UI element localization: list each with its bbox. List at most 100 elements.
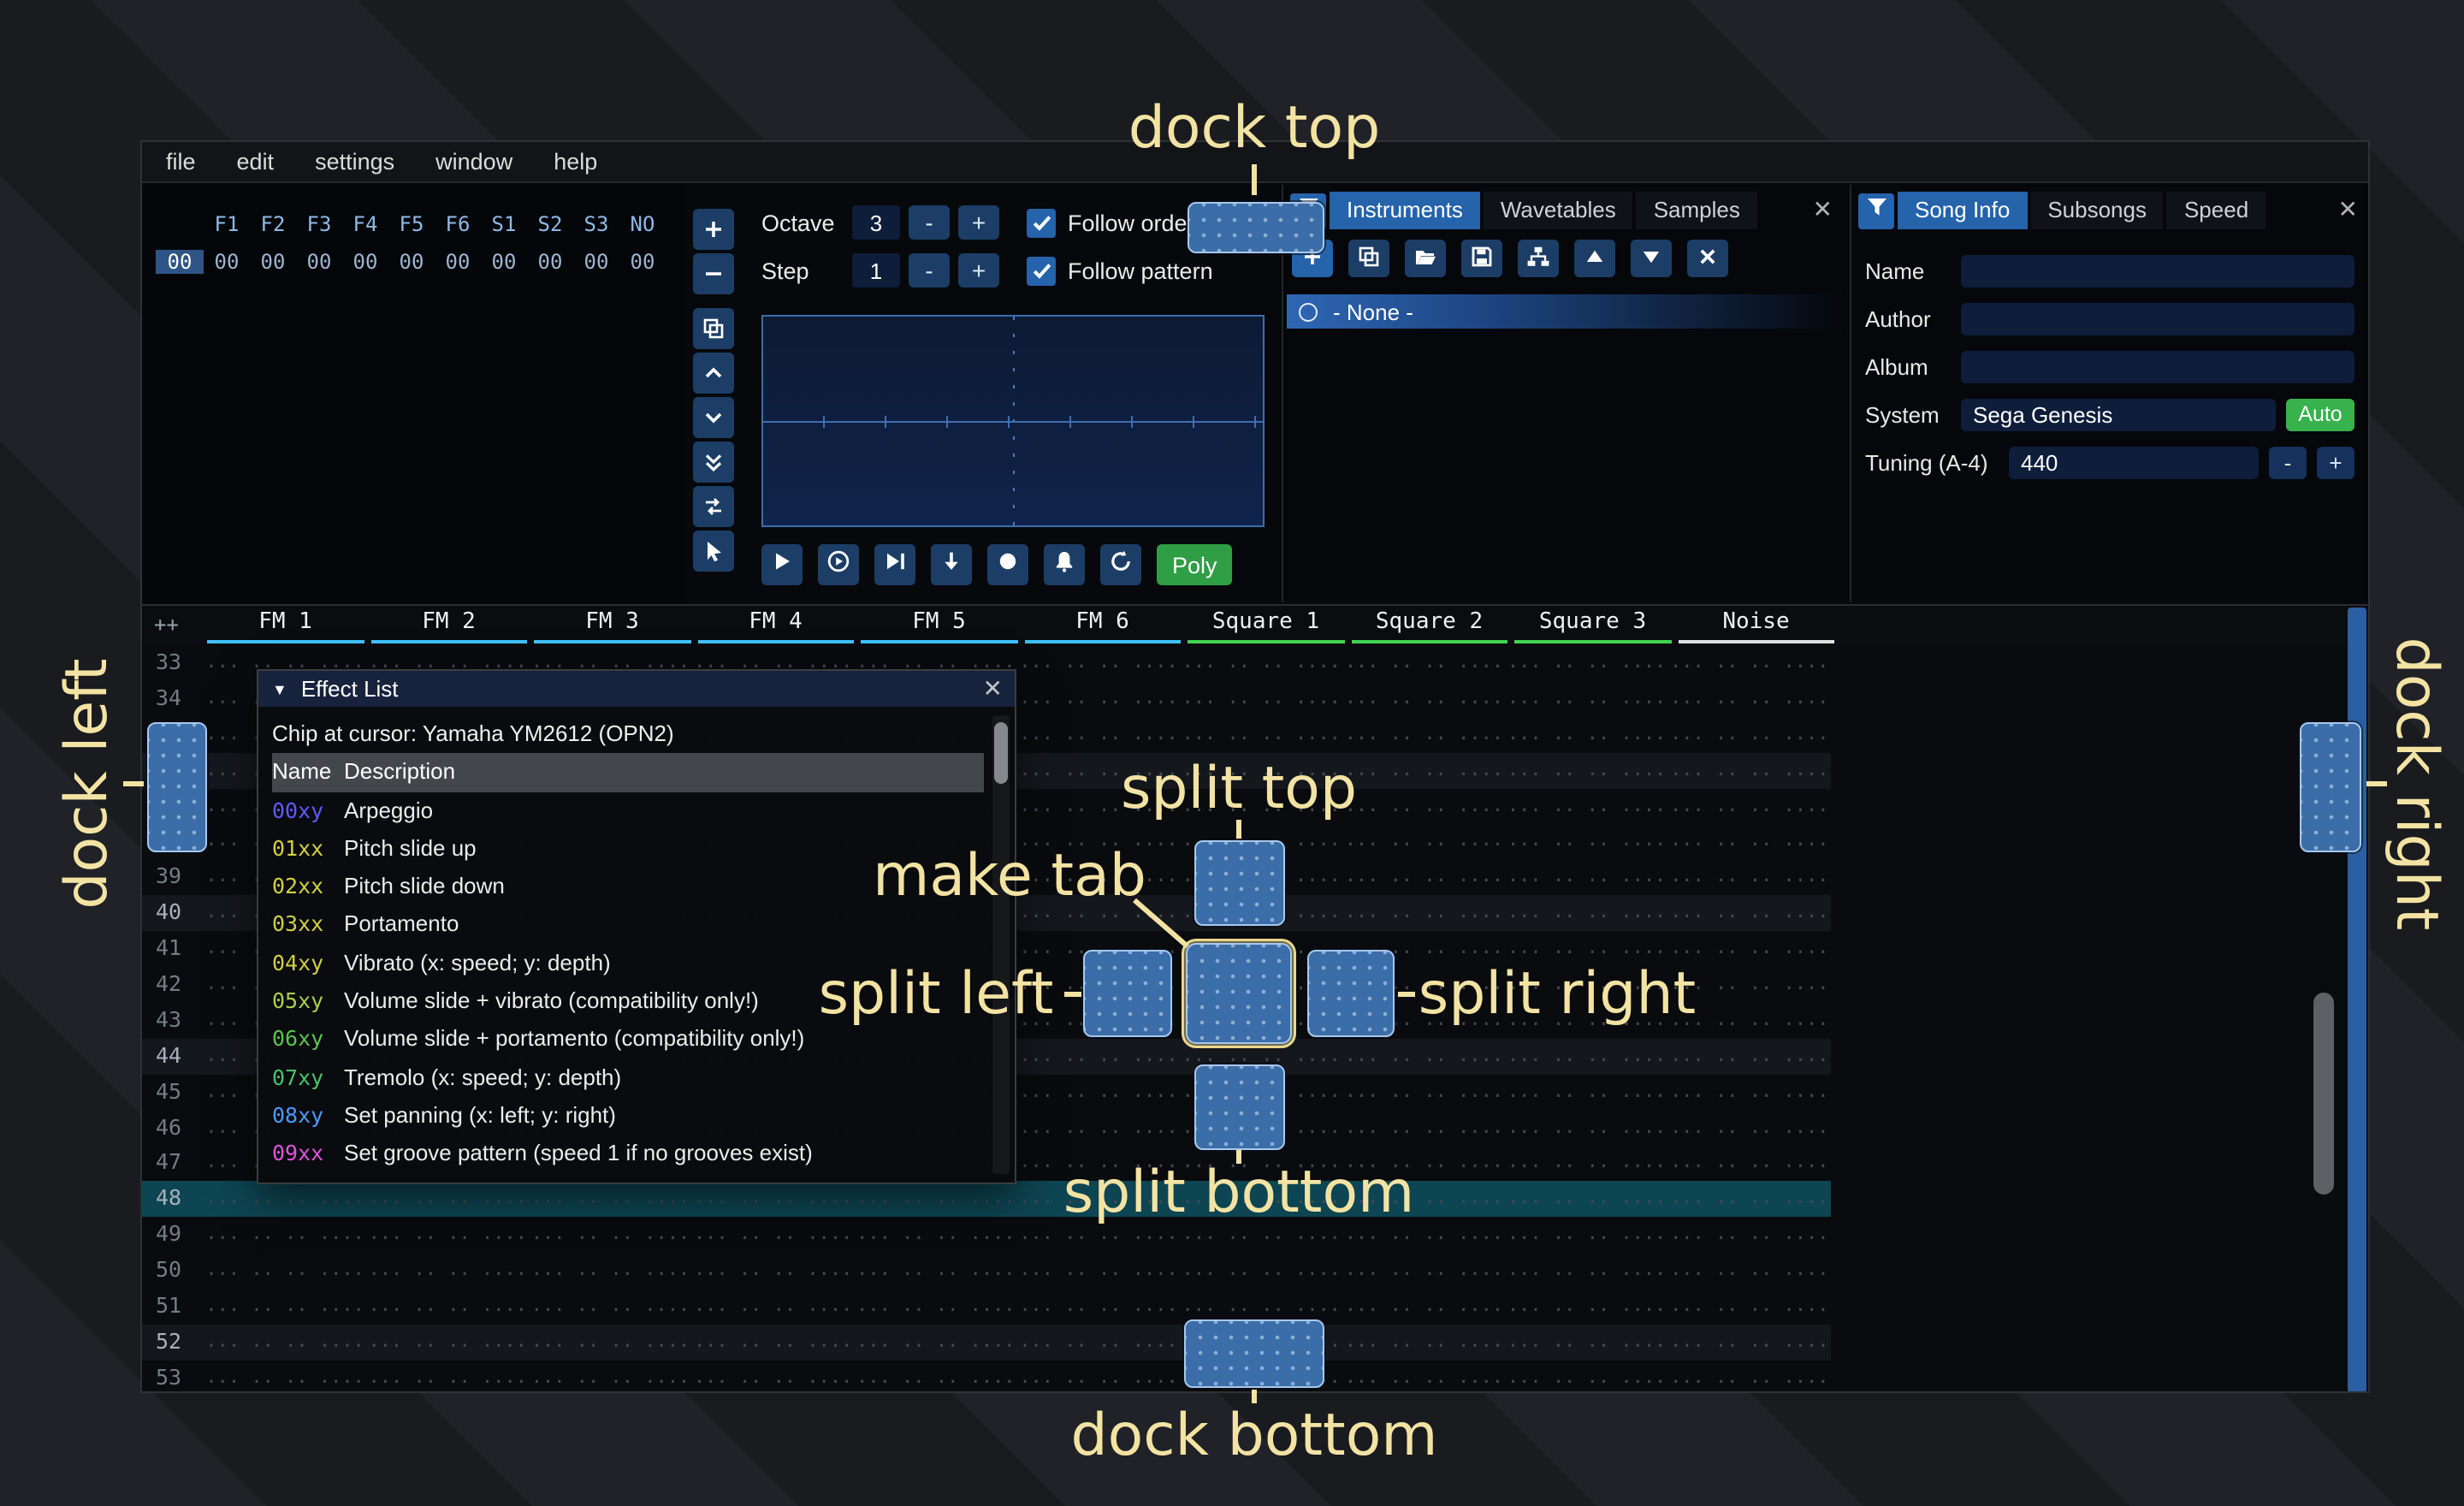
pattern-cell-noise[interactable]: ... .. .. .... <box>1668 788 1831 824</box>
tab-wavetables[interactable]: Wavetables <box>1484 192 1633 229</box>
play-from-cursor-button[interactable] <box>874 544 915 585</box>
pattern-cell-square-2[interactable]: ... .. .. .... <box>1342 1074 1505 1110</box>
pattern-cell-fm-2[interactable]: ... .. .. .... <box>366 1361 529 1393</box>
follow-orders-checkbox[interactable]: Follow orders <box>1027 205 1206 240</box>
pattern-cell-fm-1[interactable]: ... .. .. .... <box>204 1361 366 1393</box>
pattern-cell-fm-4[interactable]: ... .. .. .... <box>692 1218 855 1254</box>
step-value[interactable]: 1 <box>852 253 900 288</box>
pattern-cell-square-3[interactable]: ... .. .. .... <box>1506 860 1668 896</box>
filter-funnel-button[interactable] <box>1858 193 1894 228</box>
pattern-cell-square-3[interactable]: ... .. .. .... <box>1506 1110 1668 1146</box>
pattern-cell-noise[interactable]: ... .. .. .... <box>1668 681 1831 717</box>
channel-header-square-2[interactable]: Square 2 <box>1348 606 1511 645</box>
pattern-cell-square-2[interactable]: ... .. .. .... <box>1342 681 1505 717</box>
channel-header-fm-5[interactable]: FM 5 <box>857 606 1021 645</box>
channel-header-fm-2[interactable]: FM 2 <box>367 606 530 645</box>
pattern-cell-square-3[interactable]: ... .. .. .... <box>1506 824 1668 860</box>
channel-header-fm-1[interactable]: FM 1 <box>204 606 367 645</box>
pattern-cell-fm-5[interactable]: ... .. .. .... <box>855 1253 1017 1289</box>
pattern-cell-square-2[interactable]: ... .. .. .... <box>1342 1325 1505 1361</box>
split-right-target[interactable] <box>1307 950 1395 1037</box>
pattern-cell-fm-2[interactable]: ... .. .. .... <box>366 1182 529 1218</box>
effect-list-scrollbar[interactable] <box>992 715 1010 1174</box>
menu-item-window[interactable]: window <box>435 149 512 175</box>
split-top-target[interactable] <box>1194 840 1285 926</box>
effect-list-title-bar[interactable]: ▼ Effect List ✕ <box>258 671 1015 707</box>
pattern-scrollbar-thumb[interactable] <box>2313 993 2334 1195</box>
pattern-cell-fm-3[interactable]: ... .. .. .... <box>529 1325 691 1361</box>
channel-header-fm-4[interactable]: FM 4 <box>694 606 857 645</box>
play-pattern-button[interactable] <box>818 544 859 585</box>
pattern-cell-square-3[interactable]: ... .. .. .... <box>1506 1146 1668 1182</box>
pattern-cell-fm-6[interactable]: ... .. .. .... <box>1017 681 1180 717</box>
pattern-cell-noise[interactable]: ... .. .. .... <box>1668 1110 1831 1146</box>
pattern-cell-square-2[interactable]: ... .. .. .... <box>1342 1253 1505 1289</box>
instrument-list-item-none[interactable]: - None - <box>1287 294 1843 329</box>
repeat-pattern-button[interactable] <box>1100 544 1141 585</box>
save-instrument-button[interactable] <box>1461 240 1502 277</box>
pattern-cell-square-2[interactable]: ... .. .. .... <box>1342 1361 1505 1393</box>
tuning-increment-button[interactable]: + <box>2317 446 2354 478</box>
orders-cell-no[interactable]: 00 <box>619 250 666 274</box>
pattern-cell-square-3[interactable]: ... .. .. .... <box>1506 1325 1668 1361</box>
pattern-cell-fm-4[interactable]: ... .. .. .... <box>692 1325 855 1361</box>
record-button[interactable] <box>987 544 1028 585</box>
dock-top-target[interactable] <box>1188 202 1324 253</box>
menu-item-settings[interactable]: settings <box>315 149 394 175</box>
pattern-cell-noise[interactable]: ... .. .. .... <box>1668 1325 1831 1361</box>
channel-header-fm-3[interactable]: FM 3 <box>530 606 694 645</box>
field-input-author[interactable] <box>1961 302 2354 335</box>
pattern-cell-square-2[interactable]: ... .. .. .... <box>1342 645 1505 681</box>
pattern-cell-noise[interactable]: ... .. .. .... <box>1668 1146 1831 1182</box>
pattern-cell-fm-5[interactable]: ... .. .. .... <box>855 1325 1017 1361</box>
pattern-cell-noise[interactable]: ... .. .. .... <box>1668 1218 1831 1254</box>
pattern-cell-fm-6[interactable]: ... .. .. .... <box>1017 1074 1180 1110</box>
tab-subsongs[interactable]: Subsongs <box>2030 192 2164 229</box>
pattern-cell-square-2[interactable]: ... .. .. .... <box>1342 895 1505 931</box>
pattern-cell-fm-1[interactable]: ... .. .. .... <box>204 1325 366 1361</box>
pattern-cell-fm-5[interactable]: ... .. .. .... <box>855 1361 1017 1393</box>
menu-item-file[interactable]: file <box>166 149 196 175</box>
pattern-cell-noise[interactable]: ... .. .. .... <box>1668 860 1831 896</box>
pattern-cell-square-3[interactable]: ... .. .. .... <box>1506 752 1668 788</box>
pattern-cell-fm-3[interactable]: ... .. .. .... <box>529 1182 691 1218</box>
effect-row-03xx[interactable]: 03xxPortamento <box>272 906 1015 945</box>
pattern-cell-noise[interactable]: ... .. .. .... <box>1668 752 1831 788</box>
pattern-cell-square-3[interactable]: ... .. .. .... <box>1506 1361 1668 1393</box>
swap-orders-button[interactable] <box>693 486 734 527</box>
tuning-decrement-button[interactable]: - <box>2269 446 2307 478</box>
pattern-cell-fm-3[interactable]: ... .. .. .... <box>529 1289 691 1325</box>
effect-row-09xx[interactable]: 09xxSet groove pattern (speed 1 if no gr… <box>272 1135 1015 1174</box>
dock-left-target[interactable] <box>147 722 207 852</box>
pattern-cell-fm-6[interactable]: ... .. .. .... <box>1017 1325 1180 1361</box>
pattern-cell-noise[interactable]: ... .. .. .... <box>1668 1361 1831 1393</box>
pattern-cell-square-2[interactable]: ... .. .. .... <box>1342 717 1505 753</box>
pattern-cell-square-3[interactable]: ... .. .. .... <box>1506 788 1668 824</box>
effect-row-07xy[interactable]: 07xyTremolo (x: speed; y: depth) <box>272 1058 1015 1097</box>
duplicate-order-button[interactable] <box>693 308 734 349</box>
orders-cell-f6[interactable]: 00 <box>435 250 481 274</box>
duplicate-instrument-button[interactable] <box>1348 240 1389 277</box>
pattern-cell-fm-5[interactable]: ... .. .. .... <box>855 1218 1017 1254</box>
pattern-cell-fm-1[interactable]: ... .. .. .... <box>204 1182 366 1218</box>
pattern-row-50[interactable]: 50... .. .. ....... .. .. ....... .. .. … <box>142 1253 1831 1289</box>
move-order-up-button[interactable] <box>693 353 734 394</box>
dock-bottom-target[interactable] <box>1184 1319 1324 1388</box>
move-order-down-button[interactable] <box>693 397 734 438</box>
pattern-cell-fm-3[interactable]: ... .. .. .... <box>529 1218 691 1254</box>
pattern-cell-fm-3[interactable]: ... .. .. .... <box>529 1253 691 1289</box>
field-input-album[interactable] <box>1961 350 2354 382</box>
pattern-cell-fm-1[interactable]: ... .. .. .... <box>204 1218 366 1254</box>
orders-cell-f3[interactable]: 00 <box>296 250 342 274</box>
pattern-cell-fm-2[interactable]: ... .. .. .... <box>366 1253 529 1289</box>
tab-song-info[interactable]: Song Info <box>1898 192 2027 229</box>
play-button[interactable] <box>761 544 803 585</box>
pattern-cell-fm-2[interactable]: ... .. .. .... <box>366 1325 529 1361</box>
channel-header-square-3[interactable]: Square 3 <box>1511 606 1674 645</box>
orders-cell-f1[interactable]: 00 <box>204 250 250 274</box>
field-input-name[interactable] <box>1961 254 2354 287</box>
pattern-cell-fm-1[interactable]: ... .. .. .... <box>204 1289 366 1325</box>
remove-order-button[interactable] <box>693 253 734 294</box>
orders-cell-f4[interactable]: 00 <box>342 250 388 274</box>
pattern-cell-square-3[interactable]: ... .. .. .... <box>1506 645 1668 681</box>
